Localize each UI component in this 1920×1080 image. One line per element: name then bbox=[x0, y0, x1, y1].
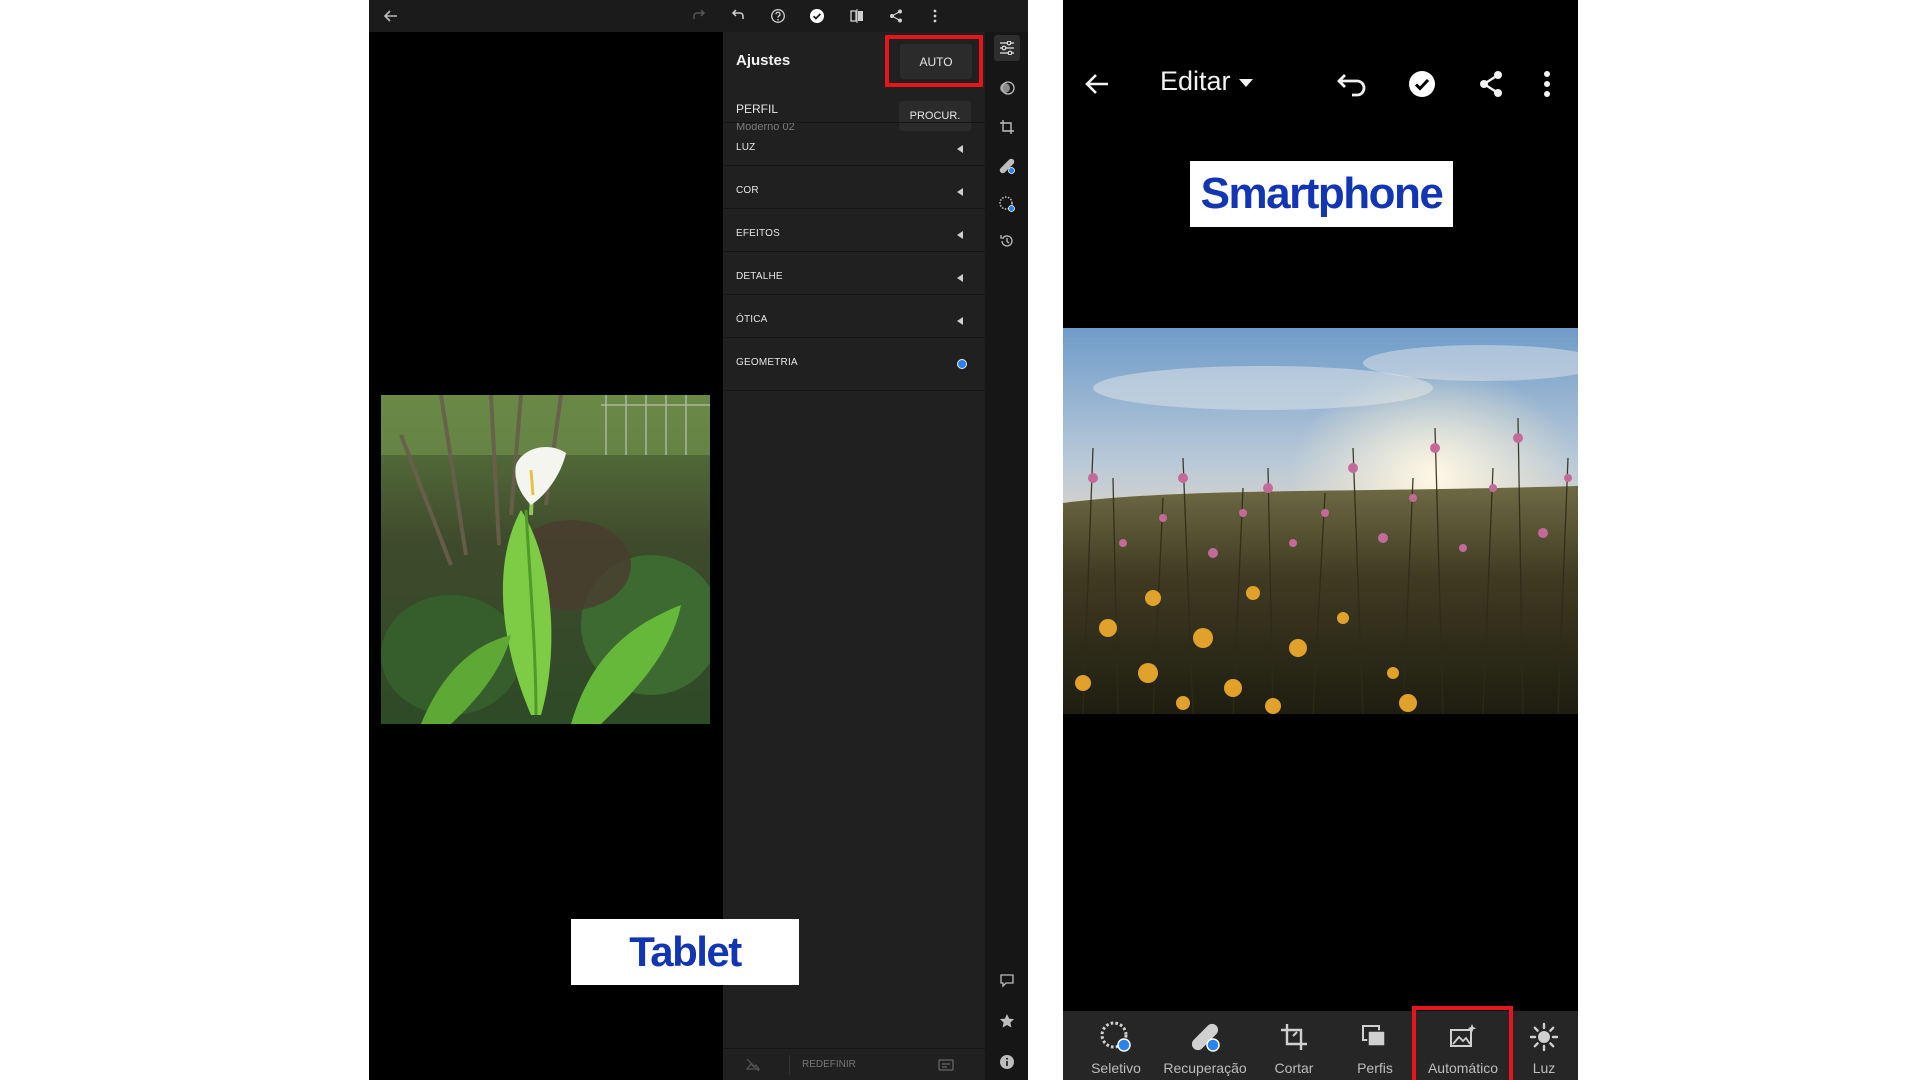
smartphone-label-box: Smartphone bbox=[1190, 161, 1453, 227]
tablet-top-bar bbox=[369, 0, 1028, 32]
section-label: DETALHE bbox=[736, 271, 783, 282]
profile-label: PERFIL bbox=[736, 102, 779, 116]
presets-icon[interactable] bbox=[994, 75, 1020, 101]
crop-icon bbox=[1250, 1021, 1338, 1053]
redo-icon[interactable] bbox=[687, 4, 711, 28]
section-label: ÓTICA bbox=[736, 314, 768, 325]
toolbar-item-crop[interactable]: Cortar bbox=[1250, 1011, 1338, 1080]
copy-settings-icon[interactable] bbox=[938, 1058, 954, 1072]
healing-icon[interactable] bbox=[994, 153, 1020, 179]
toolbar-label: Cortar bbox=[1274, 1060, 1314, 1076]
tablet-label-box: Tablet bbox=[571, 919, 799, 985]
chevron-left-icon bbox=[957, 231, 963, 239]
more-icon[interactable] bbox=[1535, 66, 1559, 102]
undo-icon[interactable] bbox=[726, 4, 750, 28]
star-icon[interactable] bbox=[994, 1008, 1020, 1034]
selective-icon bbox=[1072, 1021, 1160, 1053]
history-icon[interactable] bbox=[994, 228, 1020, 254]
share-icon[interactable] bbox=[884, 4, 908, 28]
healing-icon bbox=[1161, 1021, 1249, 1053]
checkmark-icon[interactable] bbox=[805, 4, 829, 28]
back-arrow-icon[interactable] bbox=[379, 4, 403, 28]
toolbar-item-selective[interactable]: Seletivo bbox=[1072, 1011, 1160, 1080]
chevron-left-icon bbox=[957, 188, 963, 196]
profiles-icon bbox=[1331, 1021, 1419, 1053]
auto-highlight-box bbox=[885, 35, 983, 87]
compare-icon[interactable] bbox=[845, 4, 869, 28]
undo-icon[interactable] bbox=[1334, 66, 1370, 102]
smartphone-screen: Editar Smartphone Seletivo Recuperação C… bbox=[1063, 0, 1578, 1080]
chevron-left-icon bbox=[957, 274, 963, 282]
footer-divider bbox=[789, 1055, 790, 1075]
auto-off-icon[interactable] bbox=[745, 1057, 761, 1073]
adjustments-sliders-icon[interactable] bbox=[994, 35, 1020, 61]
panel-footer: REDEFINIR bbox=[723, 1048, 985, 1080]
comment-icon[interactable] bbox=[994, 967, 1020, 993]
tablet-screen: Ajustes AUTO PERFIL Moderno 02 PROCUR. L… bbox=[369, 0, 1028, 1080]
section-label: EFEITOS bbox=[736, 228, 781, 239]
reset-button[interactable]: REDEFINIR bbox=[802, 1059, 856, 1070]
edit-title[interactable]: Editar bbox=[1160, 66, 1231, 97]
section-geometry[interactable]: GEOMETRIA bbox=[723, 337, 985, 391]
chevron-left-icon bbox=[957, 145, 963, 153]
calla-lily-photo bbox=[381, 395, 710, 724]
checkmark-icon[interactable] bbox=[1404, 66, 1440, 102]
toolbar-label: Perfis bbox=[1357, 1060, 1393, 1076]
toolbar-item-profiles[interactable]: Perfis bbox=[1331, 1011, 1419, 1080]
info-icon[interactable] bbox=[994, 1049, 1020, 1075]
help-icon[interactable] bbox=[766, 4, 790, 28]
panel-title: Ajustes bbox=[736, 52, 791, 69]
auto-highlight-box bbox=[1412, 1006, 1513, 1080]
section-label: COR bbox=[736, 185, 759, 196]
share-icon[interactable] bbox=[1473, 66, 1509, 102]
selective-icon[interactable] bbox=[994, 191, 1020, 217]
crop-icon[interactable] bbox=[994, 114, 1020, 140]
smartphone-label: Smartphone bbox=[1200, 169, 1444, 218]
chevron-left-icon bbox=[957, 317, 963, 325]
more-icon[interactable] bbox=[923, 4, 947, 28]
tool-rail bbox=[985, 32, 1028, 1080]
toolbar-label: Recuperação bbox=[1163, 1060, 1247, 1076]
premium-badge-icon bbox=[957, 359, 967, 369]
toolbar-label: Seletivo bbox=[1091, 1060, 1141, 1076]
wildflower-field-photo bbox=[1063, 328, 1578, 714]
tablet-label: Tablet bbox=[629, 928, 742, 975]
section-label: GEOMETRIA bbox=[736, 357, 798, 368]
caret-down-icon[interactable] bbox=[1237, 74, 1255, 92]
back-arrow-icon[interactable] bbox=[1081, 68, 1113, 100]
toolbar-item-healing[interactable]: Recuperação bbox=[1161, 1011, 1249, 1080]
section-label: LUZ bbox=[736, 142, 756, 153]
